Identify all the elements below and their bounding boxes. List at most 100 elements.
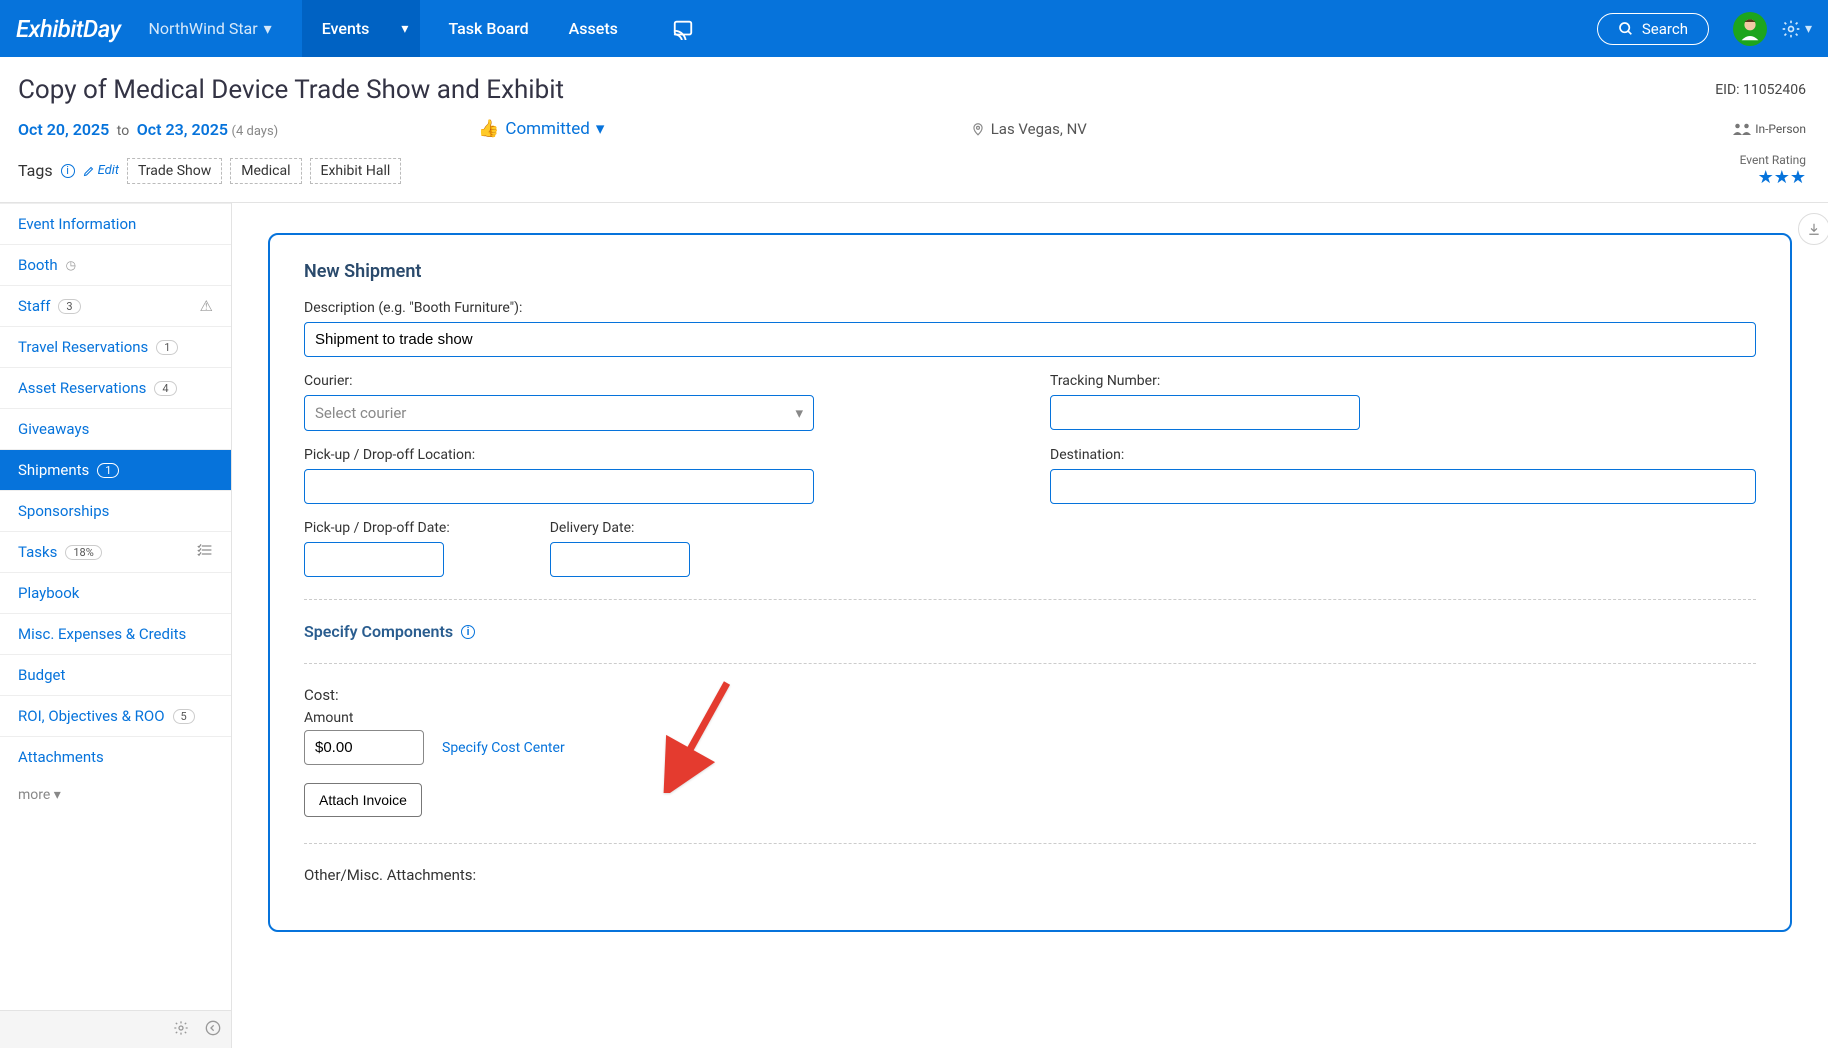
courier-placeholder: Select courier [315,404,406,422]
sidebar-item-tasks[interactable]: Tasks 18% [0,531,231,572]
pickup-location-label: Pick-up / Drop-off Location: [304,447,1010,463]
event-format[interactable]: In-Person [1733,122,1806,136]
sidebar-item-label: Staff [18,297,50,315]
status-dropdown[interactable]: 👍 Committed ▾ [478,119,604,139]
description-label: Description (e.g. "Booth Furniture"): [304,300,1756,316]
tracking-input[interactable] [1050,395,1360,430]
info-icon[interactable]: i [461,625,475,639]
sidebar-item-giveaways[interactable]: Giveaways [0,408,231,449]
nav-tabs: Events ▾ Task Board Assets [302,0,708,57]
destination-input[interactable] [1050,469,1756,504]
cost-label: Cost: [304,686,1756,704]
sidebar-item-shipments[interactable]: Shipments 1 [0,449,231,490]
rating-stars: ★★★ [1740,167,1806,188]
tag-chip[interactable]: Medical [230,158,301,184]
sidebar-item-travel-reservations[interactable]: Travel Reservations 1 [0,326,231,367]
sidebar-collapse-icon[interactable] [205,1020,221,1040]
sidebar-item-playbook[interactable]: Playbook [0,572,231,613]
sidebar-item-budget[interactable]: Budget [0,654,231,695]
status-label: Committed [505,119,589,139]
main-content: New Shipment Description (e.g. "Booth Fu… [232,203,1828,1048]
date-to: to [117,123,129,139]
event-title: Copy of Medical Device Trade Show and Ex… [18,75,564,105]
count-badge: 3 [58,299,80,314]
top-nav: ExhibitDay NorthWind Star ▾ Events ▾ Tas… [0,0,1828,57]
settings-dropdown[interactable]: ▾ [1781,19,1812,39]
pickup-location-input[interactable] [304,469,814,504]
sidebar-item-sponsorships[interactable]: Sponsorships [0,490,231,531]
info-icon[interactable]: i [61,164,75,178]
amount-input[interactable] [304,730,424,765]
sidebar-item-label: Sponsorships [18,502,109,520]
edit-tags-link[interactable]: Edit [83,163,119,178]
description-input[interactable] [304,322,1756,357]
sidebar-footer [0,1010,231,1048]
chevron-down-icon: ▾ [401,21,408,37]
chevron-down-icon: ▾ [264,19,272,38]
pickup-date-input[interactable] [304,542,444,577]
gear-icon [1781,19,1801,39]
sidebar-item-label: Travel Reservations [18,338,148,356]
tags-label: Tags [18,161,53,180]
tracking-label: Tracking Number: [1050,373,1756,389]
sidebar-item-label: Playbook [18,584,79,602]
workspace-name: NorthWind Star [149,19,258,38]
sidebar-item-roi[interactable]: ROI, Objectives & ROO 5 [0,695,231,736]
tag-chip[interactable]: Exhibit Hall [310,158,402,184]
sidebar-item-label: Event Information [18,215,136,233]
sidebar-item-label: Misc. Expenses & Credits [18,625,186,643]
format-label: In-Person [1755,122,1806,136]
sidebar-item-attachments[interactable]: Attachments [0,736,231,777]
courier-select[interactable]: Select courier ▾ [304,395,814,431]
event-rating[interactable]: Event Rating ★★★ [1740,153,1806,188]
tab-assets[interactable]: Assets [549,0,638,57]
date-range[interactable]: Oct 20, 2025 to Oct 23, 2025 (4 days) [18,120,278,139]
sidebar-settings-icon[interactable] [173,1020,189,1040]
chevron-down-icon: ▾ [795,404,803,422]
tab-events-dropdown[interactable]: ▾ [389,0,420,57]
attach-invoice-button[interactable]: Attach Invoice [304,783,422,817]
location-text: Las Vegas, NV [991,120,1087,138]
count-badge: 5 [173,709,195,724]
sidebar-item-label: Tasks [18,543,57,561]
tab-task-board[interactable]: Task Board [428,0,548,57]
event-sidebar: Event Information Booth ◷ Staff 3 ⚠ Trav… [0,203,232,1048]
event-header: Copy of Medical Device Trade Show and Ex… [0,57,1828,203]
duration-days: (4 days) [232,124,279,139]
event-location[interactable]: Las Vegas, NV [971,120,1087,138]
thumbs-up-icon: 👍 [478,119,499,139]
sidebar-more[interactable]: more ▾ [0,777,231,813]
download-button[interactable] [1798,213,1828,245]
count-badge: 1 [156,340,178,355]
download-icon [1807,222,1821,236]
sidebar-item-event-information[interactable]: Event Information [0,203,231,244]
sidebar-item-booth[interactable]: Booth ◷ [0,244,231,285]
pickup-date-label: Pick-up / Drop-off Date: [304,520,450,536]
warning-icon: ⚠ [200,297,213,315]
user-avatar[interactable] [1733,12,1767,46]
percent-badge: 18% [65,545,101,560]
workspace-dropdown[interactable]: NorthWind Star ▾ [149,19,272,38]
chevron-down-icon: ▾ [54,787,61,803]
cast-icon[interactable] [658,0,708,57]
rating-label: Event Rating [1740,153,1806,167]
sidebar-item-misc-expenses[interactable]: Misc. Expenses & Credits [0,613,231,654]
end-date: Oct 23, 2025 [137,120,228,139]
delivery-date-label: Delivery Date: [550,520,690,536]
clock-icon: ◷ [66,258,76,272]
sidebar-item-label: Booth [18,256,58,274]
tab-events[interactable]: Events [302,0,390,57]
other-attachments-label: Other/Misc. Attachments: [304,866,1756,884]
brand-logo[interactable]: ExhibitDay [16,15,121,43]
sidebar-item-staff[interactable]: Staff 3 ⚠ [0,285,231,326]
specify-components-link[interactable]: Specify Components i [304,622,1756,641]
sidebar-item-label: Budget [18,666,65,684]
pencil-icon [83,165,95,177]
tag-chip[interactable]: Trade Show [127,158,222,184]
sidebar-item-asset-reservations[interactable]: Asset Reservations 4 [0,367,231,408]
cost-center-link[interactable]: Specify Cost Center [442,740,565,756]
sidebar-item-label: Asset Reservations [18,379,146,397]
search-button[interactable]: Search [1597,13,1709,45]
delivery-date-input[interactable] [550,542,690,577]
destination-label: Destination: [1050,447,1756,463]
